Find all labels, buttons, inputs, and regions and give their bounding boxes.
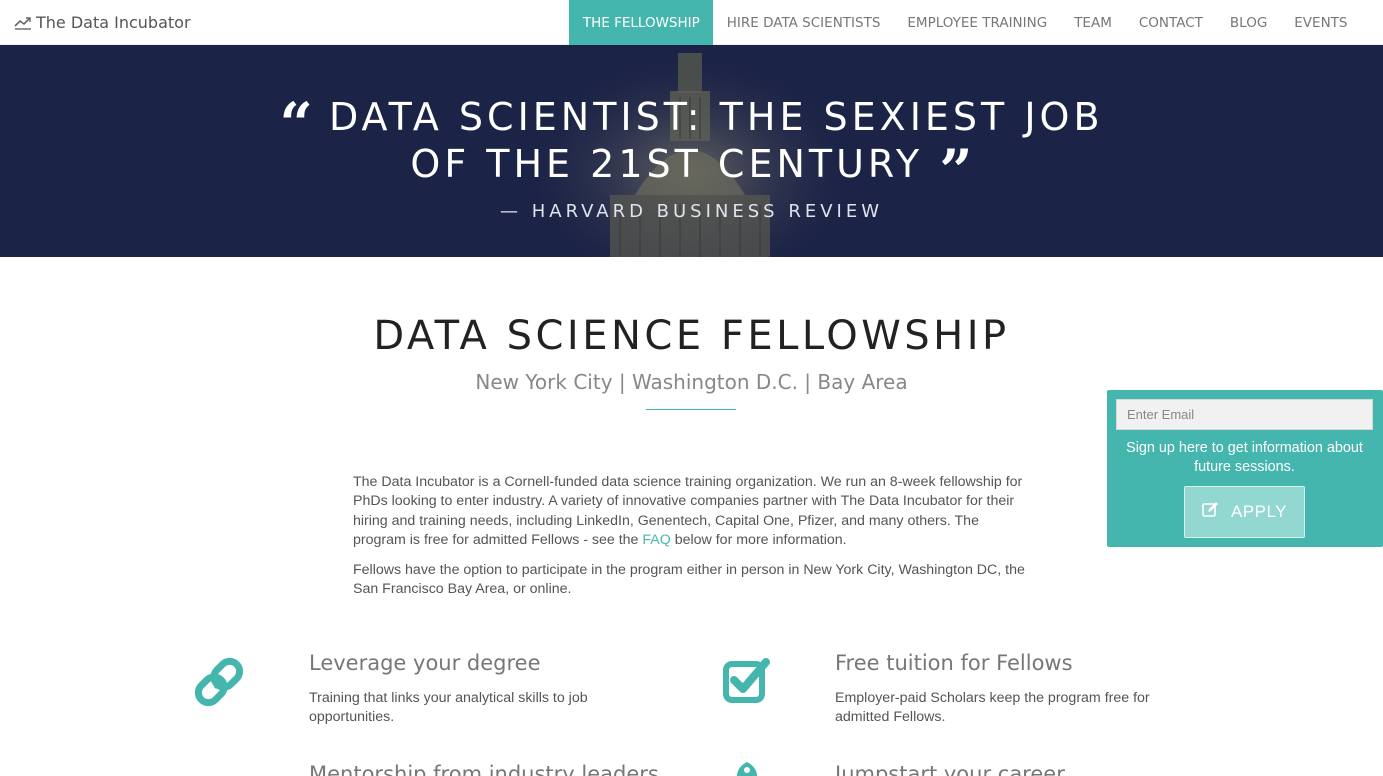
apply-button-label: APPLY — [1230, 502, 1288, 521]
hero-banner: “ DATA SCIENTIST: THE SEXIEST JOB OF THE… — [0, 45, 1383, 257]
feature-title: Free tuition for Fellows — [835, 651, 1073, 675]
feature-description: Employer-paid Scholars keep the program … — [835, 690, 1150, 726]
faq-link[interactable]: FAQ — [642, 532, 670, 548]
link-icon — [190, 652, 248, 717]
main-nav: THE FELLOWSHIP HIRE DATA SCIENTISTS EMPL… — [569, 0, 1361, 45]
feature-description: Training that links your analytical skil… — [309, 690, 588, 726]
hero-quote-line1: DATA SCIENTIST: THE SEXIEST JOB — [328, 95, 1104, 139]
apply-button[interactable]: APPLY — [1184, 486, 1305, 538]
checkbox-icon — [722, 656, 770, 709]
nav-item-blog[interactable]: BLOG — [1216, 0, 1280, 45]
brand-name: The Data Incubator — [36, 13, 191, 32]
brand-logo-link[interactable]: The Data Incubator — [14, 0, 191, 45]
intro-paragraph-1: The Data Incubator is a Cornell-funded d… — [353, 474, 1023, 548]
nav-item-the-fellowship[interactable]: THE FELLOWSHIP — [569, 0, 714, 45]
close-quote-icon: ” — [939, 137, 973, 205]
feature-title: Jumpstart your career — [835, 762, 1065, 776]
hero-quote-line2: OF THE 21ST CENTURY — [410, 142, 924, 186]
rocket-icon — [735, 762, 759, 776]
feature-title: Leverage your degree — [309, 651, 541, 675]
signup-description: Sign up here to get information about fu… — [1126, 440, 1363, 475]
line-chart-icon — [14, 16, 32, 30]
signup-widget: Sign up here to get information about fu… — [1107, 390, 1383, 547]
hero-quote: “ DATA SCIENTIST: THE SEXIEST JOB OF THE… — [0, 95, 1383, 200]
intro-text: The Data Incubator is a Cornell-funded d… — [353, 473, 1033, 611]
nav-item-team[interactable]: TEAM — [1061, 0, 1126, 45]
edit-icon — [1202, 501, 1219, 523]
intro-paragraph-2: Fellows have the option to participate i… — [353, 562, 1025, 598]
navbar: The Data Incubator THE FELLOWSHIP HIRE D… — [0, 0, 1383, 45]
users-icon — [194, 770, 224, 776]
nav-item-employee-training[interactable]: EMPLOYEE TRAINING — [894, 0, 1061, 45]
feature-title: Mentorship from industry leaders — [309, 762, 659, 776]
email-input[interactable] — [1116, 399, 1373, 430]
page-title: DATA SCIENCE FELLOWSHIP — [373, 313, 1010, 359]
nav-item-events[interactable]: EVENTS — [1281, 0, 1361, 45]
hero-quote-source: — HARVARD BUSINESS REVIEW — [500, 201, 883, 222]
nav-item-contact[interactable]: CONTACT — [1125, 0, 1216, 45]
title-divider — [646, 409, 736, 410]
open-quote-icon: “ — [279, 90, 313, 158]
nav-item-hire-data-scientists[interactable]: HIRE DATA SCIENTISTS — [713, 0, 894, 45]
